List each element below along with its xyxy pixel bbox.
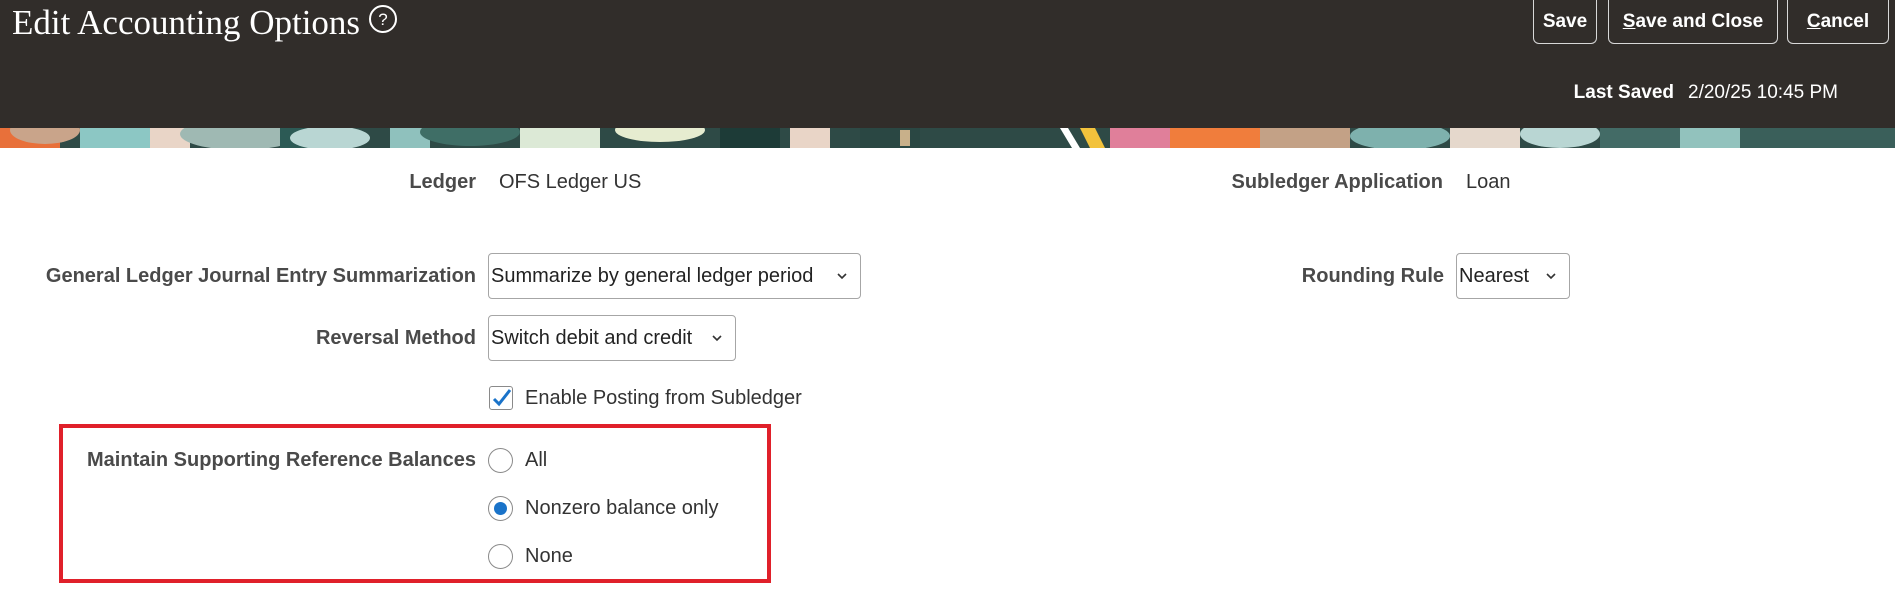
summarization-selected-value: Summarize by general ledger period (491, 265, 814, 287)
subledger-application-label: Subledger Application (1231, 171, 1444, 193)
radio-nonzero-balance-only[interactable] (488, 496, 513, 521)
page-header: Edit Accounting Options ? Save Save and … (0, 0, 1895, 128)
enable-posting-checkbox[interactable] (489, 386, 513, 410)
chevron-down-icon (712, 335, 722, 342)
page-title: Edit Accounting Options ? (12, 3, 398, 43)
rounding-rule-select[interactable]: Nearest (1456, 253, 1570, 299)
reversal-method-selected-value: Switch debit and credit (491, 327, 693, 349)
cancel-label: ancel (1820, 10, 1870, 32)
cancel-button[interactable]: Cancel (1787, 0, 1889, 44)
enable-posting-label: Enable Posting from Subledger (525, 387, 802, 409)
radio-all[interactable] (488, 448, 513, 473)
save-and-close-button[interactable]: Save and Close (1608, 0, 1778, 44)
page-title-text: Edit Accounting Options (12, 3, 361, 42)
save-and-close-accesskey: S (1622, 10, 1636, 32)
save-and-close-label: ave and Close (1635, 10, 1764, 32)
help-icon[interactable]: ? (368, 3, 398, 43)
ledger-value: OFS Ledger US (499, 171, 642, 193)
chevron-down-icon (837, 273, 847, 280)
chevron-down-icon (1546, 273, 1556, 280)
radio-nonzero-label: Nonzero balance only (525, 497, 719, 519)
svg-text:?: ? (378, 10, 387, 29)
last-saved-info: Last Saved 2/20/25 10:45 PM (1574, 82, 1838, 104)
last-saved-value: 2/20/25 10:45 PM (1688, 82, 1838, 103)
summarization-select[interactable]: Summarize by general ledger period (488, 253, 861, 299)
reversal-method-label: Reversal Method (315, 327, 476, 349)
cancel-accesskey: C (1806, 10, 1821, 32)
save-button[interactable]: Save (1533, 0, 1597, 44)
checkmark-icon (492, 389, 512, 407)
ledger-label: Ledger (409, 171, 476, 193)
rounding-rule-label: Rounding Rule (1301, 265, 1444, 287)
summarization-label: General Ledger Journal Entry Summarizati… (45, 265, 476, 287)
radio-none[interactable] (488, 544, 513, 569)
reversal-method-select[interactable]: Switch debit and credit (488, 315, 736, 361)
radio-all-label: All (525, 449, 548, 471)
last-saved-label: Last Saved (1573, 82, 1674, 103)
rounding-rule-selected-value: Nearest (1459, 265, 1530, 287)
subledger-application-value: Loan (1466, 171, 1511, 193)
maintain-balances-label: Maintain Supporting Reference Balances (87, 449, 476, 471)
radio-none-label: None (525, 545, 573, 567)
decorative-banner (0, 128, 1895, 148)
